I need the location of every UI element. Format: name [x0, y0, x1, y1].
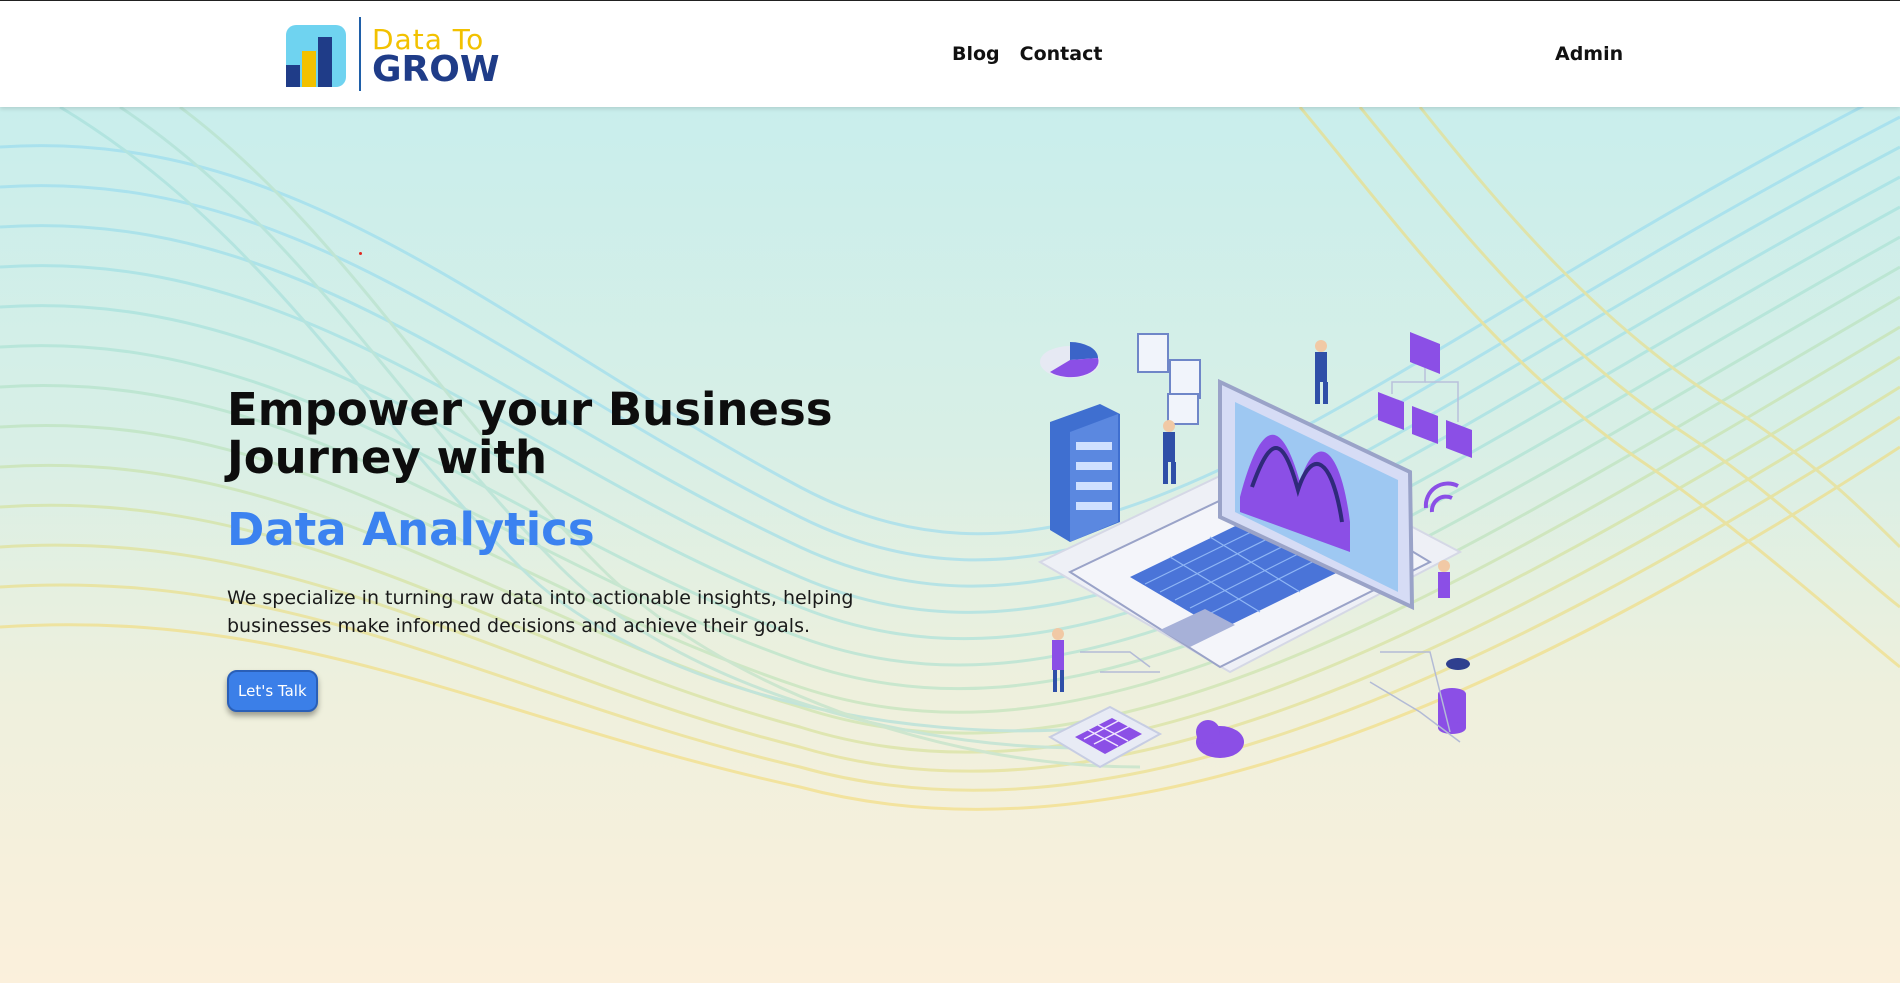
nav-link-contact[interactable]: Contact: [1020, 43, 1103, 65]
admin-link[interactable]: Admin: [1555, 43, 1623, 65]
data-analytics-illustration: [1037, 332, 1472, 769]
hero-title: Empower your Business Journey with: [227, 383, 833, 484]
logo-divider: [359, 17, 361, 91]
hero-accent-title: Data Analytics: [227, 503, 595, 556]
main-nav: Blog Contact: [952, 43, 1102, 65]
hero-description: We specialize in turning raw data into a…: [227, 587, 854, 637]
hero-section: Empower your Business Journey with Data …: [227, 386, 927, 712]
lets-talk-button[interactable]: Let's Talk: [227, 670, 318, 712]
brand-logo[interactable]: Data To GROW: [284, 17, 500, 93]
logo-text-grow: GROW: [372, 49, 500, 90]
cursor-dot: [359, 252, 362, 255]
nav-link-blog[interactable]: Blog: [952, 43, 1000, 65]
bar-chart-logo-icon: [286, 25, 346, 87]
site-header: Data To GROW Blog Contact Admin: [0, 1, 1900, 107]
